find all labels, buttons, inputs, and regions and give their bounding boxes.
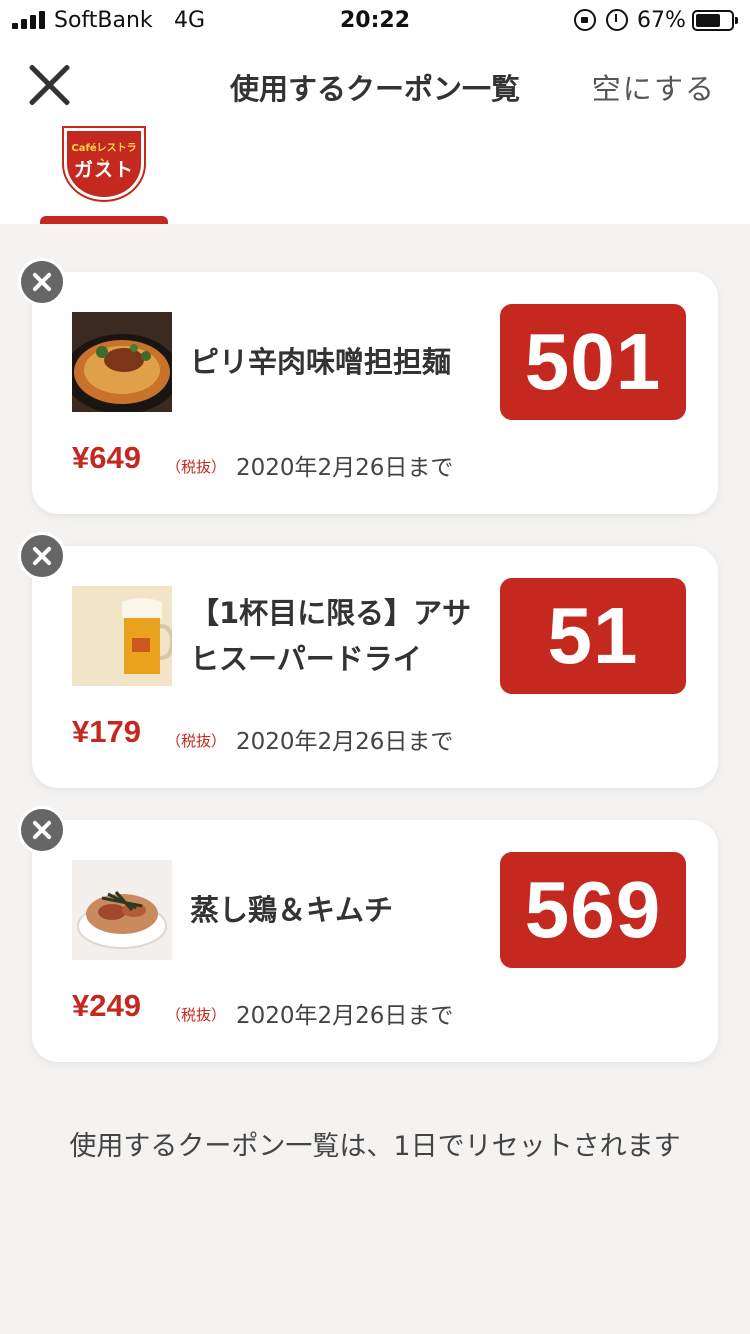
battery-percent: 67% [637, 8, 686, 33]
expiry-date: 2020年2月26日まで [236, 455, 454, 481]
logo-name: ガスト [73, 159, 134, 181]
selected-tab-indicator [40, 216, 168, 224]
clear-button[interactable]: 空にする [592, 66, 716, 108]
brand-tab-bar: Caféレストラン ガスト [0, 128, 750, 224]
coupon-name: ピリ辛肉味噌担担麺 [190, 345, 452, 379]
coupon-code: 501 [500, 304, 686, 420]
chicken-kimchi-photo [72, 860, 172, 960]
coupon-code: 569 [500, 852, 686, 968]
remove-coupon-icon[interactable] [18, 258, 66, 306]
coupon-card[interactable]: 蒸し鶏＆キムチ 569 ¥249 （税抜） 2020年2月26日まで [32, 820, 718, 1062]
coupon-name: 【1杯目に限る】アサヒスーパードライ [190, 596, 472, 676]
remove-coupon-icon[interactable] [18, 806, 66, 854]
gusto-logo: Caféレストラン ガスト [64, 128, 144, 200]
coupon-price: ¥249 [72, 988, 141, 1023]
reset-notice: 使用するクーポン一覧は、1日でリセットされます [69, 1131, 681, 1162]
rotation-lock-icon [574, 9, 596, 31]
brand-tab-gusto[interactable]: Caféレストラン ガスト [40, 128, 168, 224]
coupon-price: ¥649 [72, 440, 141, 475]
alarm-icon [606, 9, 628, 31]
expiry-date: 2020年2月26日まで [236, 729, 454, 755]
status-bar: SoftBank 4G 20:22 67% [0, 0, 750, 42]
nav-header: 使用するクーポン一覧 空にする [0, 42, 750, 128]
tax-note: （税抜） [166, 732, 227, 750]
tax-note: （税抜） [166, 458, 227, 476]
coupon-card[interactable]: ピリ辛肉味噌担担麺 501 ¥649 （税抜） 2020年2月26日まで [32, 272, 718, 514]
expiry-date: 2020年2月26日まで [236, 1003, 454, 1029]
coupon-card[interactable]: 【1杯目に限る】アサヒスーパードライ 51 ¥179 （税抜） 2020年2月2… [32, 546, 718, 788]
tax-note: （税抜） [166, 1006, 227, 1024]
remove-coupon-icon[interactable] [18, 532, 66, 580]
dandan-noodle-photo [72, 312, 172, 412]
coupon-code: 51 [500, 578, 686, 694]
coupon-name: 蒸し鶏＆キムチ [190, 893, 394, 927]
coupon-price: ¥179 [72, 714, 141, 749]
beer-mug-photo [72, 586, 172, 686]
battery-icon [692, 10, 738, 31]
